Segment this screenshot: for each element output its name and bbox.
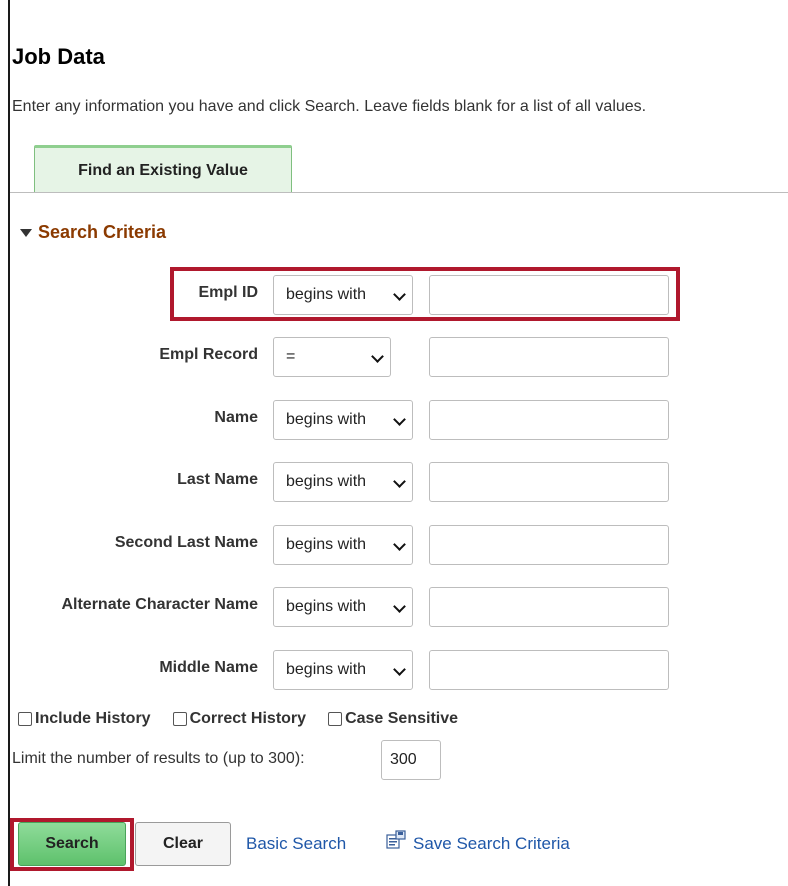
basic-search-link[interactable]: Basic Search [246, 834, 346, 854]
criteria-row-empl-record: Empl Record = [0, 337, 788, 379]
second-last-name-operator-value: begins with [286, 536, 367, 553]
last-name-operator-select[interactable]: begins with [273, 462, 413, 502]
criteria-row-name: Name begins with [0, 400, 788, 442]
empl-record-operator-value: = [286, 348, 296, 365]
criteria-row-alternate-character-name: Alternate Character Name begins with [0, 587, 788, 629]
clear-button[interactable]: Clear [135, 822, 231, 866]
save-search-criteria-link[interactable]: Save Search Criteria [413, 834, 570, 854]
search-criteria-header: Search Criteria [38, 222, 167, 242]
name-operator-value: begins with [286, 411, 367, 428]
second-last-name-label: Second Last Name [114, 534, 258, 551]
case-sensitive-label: Case Sensitive [345, 710, 459, 727]
last-name-input[interactable] [429, 462, 669, 502]
search-button[interactable]: Search [18, 822, 126, 866]
second-last-name-operator-select[interactable]: begins with [273, 525, 413, 565]
middle-name-input[interactable] [429, 650, 669, 690]
page-title: Job Data [12, 44, 105, 69]
frame-border [8, 0, 10, 886]
chevron-down-icon [393, 663, 406, 676]
middle-name-operator-select[interactable]: begins with [273, 650, 413, 690]
empl-record-operator-select[interactable]: = [273, 337, 391, 377]
chevron-down-icon [393, 538, 406, 551]
chevron-down-icon [393, 600, 406, 613]
second-last-name-input[interactable] [429, 525, 669, 565]
include-history-label: Include History [35, 710, 151, 727]
checkbox-icon [172, 712, 187, 726]
chevron-down-icon [393, 475, 406, 488]
page-instructions: Enter any information you have and click… [12, 98, 647, 115]
criteria-row-second-last-name: Second Last Name begins with [0, 525, 788, 567]
criteria-row-last-name: Last Name begins with [0, 462, 788, 504]
alternate-character-name-input[interactable] [429, 587, 669, 627]
chevron-down-icon [393, 413, 406, 426]
tab-divider [10, 192, 788, 193]
empl-record-input[interactable] [429, 337, 669, 377]
last-name-label: Last Name [177, 471, 258, 488]
checkbox-icon [18, 712, 32, 726]
correct-history-checkbox[interactable]: Correct History [172, 710, 307, 728]
empl-record-label: Empl Record [159, 346, 258, 363]
middle-name-operator-value: begins with [286, 661, 367, 678]
collapse-triangle-icon [20, 229, 32, 237]
alternate-character-name-operator-select[interactable]: begins with [273, 587, 413, 627]
include-history-checkbox[interactable]: Include History [18, 710, 151, 728]
name-operator-select[interactable]: begins with [273, 400, 413, 440]
criteria-row-middle-name: Middle Name begins with [0, 650, 788, 692]
alternate-character-name-operator-value: begins with [286, 598, 367, 615]
empl-id-highlight-box [170, 267, 680, 321]
chevron-down-icon [371, 350, 384, 363]
search-options: Include History Correct History Case Sen… [18, 710, 458, 728]
name-label: Name [214, 409, 258, 426]
limit-results-label: Limit the number of results to (up to 30… [12, 750, 305, 767]
name-input[interactable] [429, 400, 669, 440]
middle-name-label: Middle Name [159, 659, 258, 676]
case-sensitive-checkbox[interactable]: Case Sensitive [328, 710, 458, 728]
save-search-icon[interactable] [386, 830, 406, 850]
checkbox-icon [328, 712, 343, 726]
last-name-operator-value: begins with [286, 473, 367, 490]
correct-history-label: Correct History [189, 710, 307, 727]
search-criteria-toggle[interactable]: Search Criteria [20, 222, 166, 243]
tab-find-existing-value[interactable]: Find an Existing Value [34, 145, 292, 193]
limit-results-input[interactable]: 300 [381, 740, 441, 780]
alternate-character-name-label: Alternate Character Name [61, 596, 258, 613]
